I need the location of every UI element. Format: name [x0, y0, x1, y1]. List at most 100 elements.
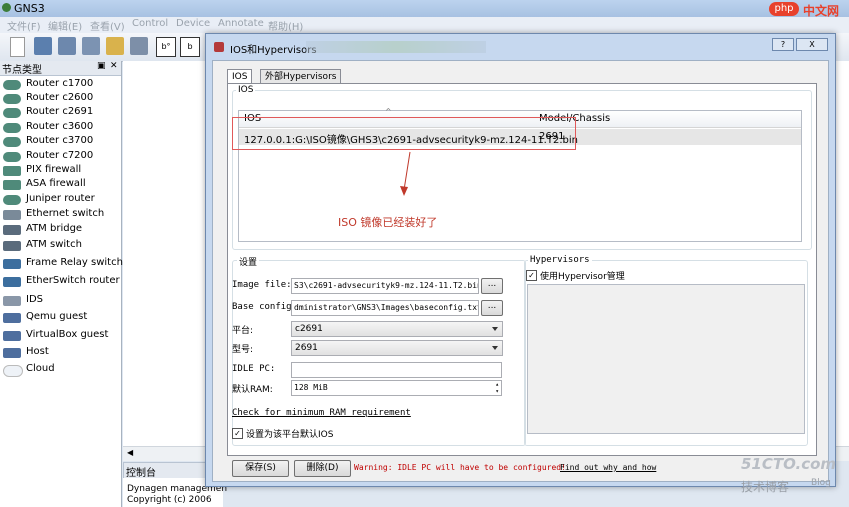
- menu-control[interactable]: Control: [132, 18, 168, 29]
- node-type-label: EtherSwitch router: [26, 275, 120, 286]
- menu-annotate[interactable]: Annotate: [218, 18, 264, 29]
- blog-watermark: Blog: [811, 478, 831, 488]
- node-type-label: Router c3700: [26, 135, 94, 146]
- node-type-item[interactable]: Host: [0, 346, 121, 360]
- node-type-item[interactable]: PIX firewall: [0, 164, 121, 178]
- dialog-title: IOS和Hypervisors: [230, 45, 317, 56]
- node-type-label: Ethernet switch: [26, 208, 105, 219]
- new-file-icon[interactable]: [10, 37, 25, 57]
- node-type-item[interactable]: ASA firewall: [0, 178, 121, 192]
- ram-value: 128 MiB: [294, 383, 328, 392]
- node-type-label: Router c3600: [26, 121, 94, 132]
- node-type-item[interactable]: Qemu guest: [0, 311, 121, 325]
- snapshot-icon[interactable]: [130, 37, 148, 55]
- find-out-link[interactable]: Find out why and how: [560, 463, 656, 472]
- menu-view[interactable]: 查看(V): [90, 18, 125, 33]
- dialog-close-button[interactable]: X: [796, 38, 828, 51]
- computer-icon: [3, 331, 21, 341]
- ram-spinbox[interactable]: 128 MiB ▴ ▾: [291, 380, 502, 396]
- frame-relay-icon: [3, 259, 21, 269]
- computer-icon: [3, 348, 21, 358]
- link-icon[interactable]: b: [180, 37, 200, 57]
- ram-label: 默认RAM:: [232, 385, 273, 395]
- open-project-icon[interactable]: [106, 37, 124, 55]
- atm-bridge-icon: [3, 225, 21, 235]
- node-type-label: ATM switch: [26, 239, 82, 250]
- node-type-item[interactable]: Router c2600: [0, 92, 121, 106]
- menu-edit[interactable]: 编辑(E): [48, 18, 82, 33]
- default-ios-label: 设置为该平台默认IOS: [246, 430, 334, 440]
- node-type-item[interactable]: VirtualBox guest: [0, 329, 121, 343]
- node-type-label: Router c7200: [26, 150, 94, 161]
- idle-pc-warning: Warning: IDLE PC will have to be configu…: [354, 463, 566, 472]
- node-type-item[interactable]: Frame Relay switch: [0, 257, 123, 271]
- node-type-item[interactable]: EtherSwitch router: [0, 275, 121, 289]
- node-type-label: Router c1700: [26, 78, 94, 89]
- node-type-label: Qemu guest: [26, 311, 88, 322]
- scroll-left-icon[interactable]: ◀: [127, 448, 133, 457]
- node-type-item[interactable]: Router c3700: [0, 135, 121, 149]
- node-type-label: ASA firewall: [26, 178, 86, 189]
- node-type-item[interactable]: Cloud: [0, 363, 121, 377]
- tab-external-hypervisors[interactable]: 外部Hypervisors: [260, 69, 342, 84]
- use-hypervisor-label: 使用Hypervisor管理: [540, 272, 625, 282]
- check-ram-link[interactable]: Check for minimum RAM requirement: [232, 408, 411, 418]
- browse-image-button[interactable]: ...: [481, 278, 503, 294]
- close-panel-icon[interactable]: ✕: [110, 61, 118, 71]
- delete-button[interactable]: 删除(D): [294, 460, 351, 477]
- close-label: X: [809, 40, 815, 49]
- default-ios-checkbox[interactable]: ✓: [232, 428, 243, 439]
- ios-hypervisors-dialog: IOS和Hypervisors ? X IOS 外部Hypervisors IO…: [205, 33, 836, 487]
- save-as-icon[interactable]: [82, 37, 100, 55]
- node-type-label: IDS: [26, 294, 43, 305]
- node-type-label: Router c2691: [26, 106, 94, 117]
- sort-indicator-icon: ^: [385, 107, 392, 116]
- menu-help[interactable]: 帮助(H): [268, 18, 303, 33]
- node-type-item[interactable]: IDS: [0, 294, 121, 308]
- node-type-label: PIX firewall: [26, 164, 82, 175]
- annotation-arrow-icon: [400, 151, 411, 196]
- idle-pc-field[interactable]: [291, 362, 502, 378]
- save-button[interactable]: 保存(S): [232, 460, 289, 477]
- computer-icon: [3, 313, 21, 323]
- node-type-item[interactable]: Ethernet switch: [0, 208, 121, 222]
- highlight-box: [232, 117, 576, 150]
- model-select[interactable]: 2691: [291, 340, 503, 356]
- topology-icon[interactable]: b°: [156, 37, 176, 57]
- menu-file[interactable]: 文件(F): [7, 18, 41, 33]
- node-type-item[interactable]: Router c2691: [0, 106, 121, 120]
- tab-ios-label: IOS: [232, 72, 248, 82]
- node-type-label: ATM bridge: [26, 223, 83, 234]
- platform-label: 平台:: [232, 326, 254, 336]
- router-icon: [3, 152, 21, 162]
- use-hypervisor-checkbox[interactable]: ✓: [526, 270, 537, 281]
- base-config-field[interactable]: dministrator\GNS3\Images\baseconfig.txt: [291, 300, 479, 316]
- base-config-label: Base config:: [232, 302, 298, 312]
- spinner-arrows-icon[interactable]: ▴ ▾: [495, 381, 499, 395]
- ios-group-label: IOS: [236, 85, 256, 95]
- node-type-item[interactable]: ATM switch: [0, 239, 121, 253]
- node-type-label: Juniper router: [26, 193, 95, 204]
- ghost-toolbar-icons: [306, 41, 486, 53]
- hypervisors-group-label: Hypervisors: [528, 255, 592, 265]
- node-type-item[interactable]: Router c7200: [0, 150, 121, 164]
- menu-device[interactable]: Device: [176, 18, 210, 29]
- float-panel-icon[interactable]: ▣: [97, 61, 106, 71]
- dialog-help-button[interactable]: ?: [772, 38, 794, 51]
- node-type-item[interactable]: Juniper router: [0, 193, 121, 207]
- node-types-title: 节点类型: [2, 65, 42, 76]
- open-folder-icon[interactable]: [34, 37, 52, 55]
- model-value: 2691: [295, 343, 318, 353]
- save-icon[interactable]: [58, 37, 76, 55]
- image-file-field[interactable]: S3\c2691-advsecurityk9-mz.124-11.T2.bin: [291, 278, 479, 294]
- browse-config-button[interactable]: ...: [481, 300, 503, 316]
- node-type-item[interactable]: Router c3600: [0, 121, 121, 135]
- node-type-item[interactable]: Router c1700: [0, 78, 121, 92]
- console-title: 控制台: [126, 468, 156, 479]
- hypervisor-list: [527, 284, 805, 434]
- model-label: 型号:: [232, 345, 254, 355]
- platform-select[interactable]: c2691: [291, 321, 503, 337]
- idle-pc-label: IDLE PC:: [232, 364, 276, 374]
- router-icon: [3, 108, 21, 118]
- node-type-item[interactable]: ATM bridge: [0, 223, 121, 237]
